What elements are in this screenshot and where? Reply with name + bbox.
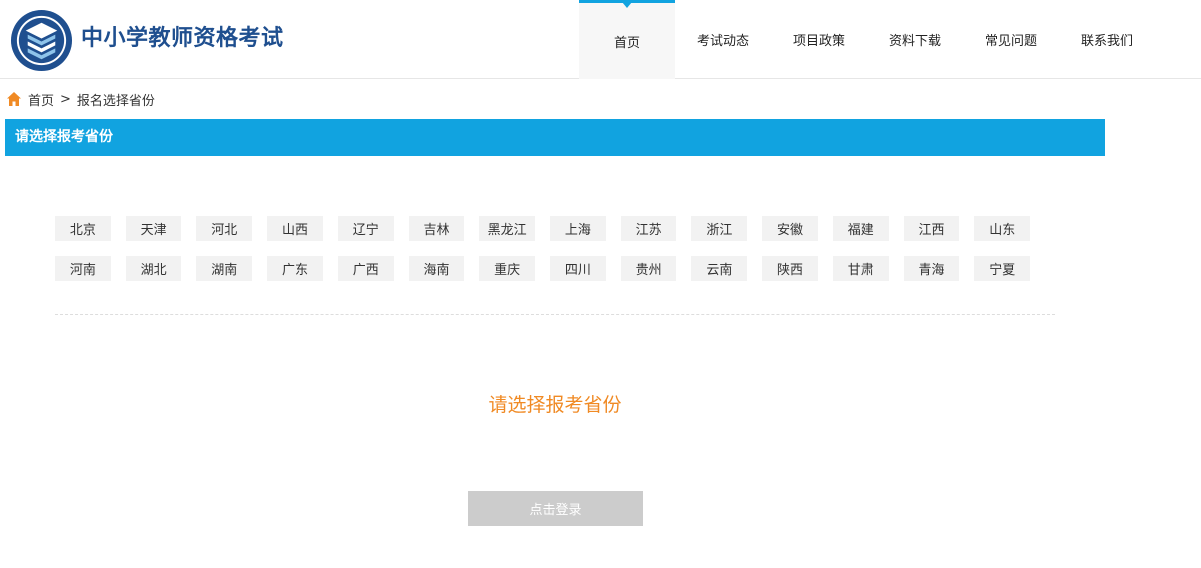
main-nav: 首页 考试动态 项目政策 资料下载 常见问题 联系我们 [579,0,1155,79]
province-jilin[interactable]: 吉林 [408,216,465,241]
province-tianjin[interactable]: 天津 [125,216,182,241]
dashed-divider [55,314,1055,315]
province-guizhou[interactable]: 贵州 [620,256,677,281]
province-grid: 北京 天津 河北 山西 辽宁 吉林 黑龙江 上海 江苏 浙江 安徽 福建 江西 … [55,216,1045,296]
province-shanxi[interactable]: 山西 [267,216,323,241]
province-ningxia[interactable]: 宁夏 [974,256,1031,281]
nav-item-contact[interactable]: 联系我们 [1059,0,1155,79]
province-liaoning[interactable]: 辽宁 [337,216,394,241]
province-hunan[interactable]: 湖南 [196,256,253,281]
province-hubei[interactable]: 湖北 [125,256,182,281]
panel-title: 请选择报考省份 [15,129,113,145]
province-guangdong[interactable]: 广东 [267,256,323,281]
province-heilongjiang[interactable]: 黑龙江 [479,216,536,241]
nav-label: 联系我们 [1080,34,1133,49]
site-title: 中小学教师资格考试 [81,26,284,51]
province-guangxi[interactable]: 广西 [337,256,394,281]
province-chongqing[interactable]: 重庆 [479,256,536,281]
province-shaanxi[interactable]: 陕西 [762,256,818,281]
select-province-prompt: 请选择报考省份 [488,394,622,416]
breadcrumb: 首页 > 报名选择省份 [6,89,155,109]
province-row: 北京 天津 河北 山西 辽宁 吉林 黑龙江 上海 江苏 浙江 安徽 福建 江西 … [55,216,1045,241]
province-shanghai[interactable]: 上海 [550,216,606,241]
province-qinghai[interactable]: 青海 [903,256,960,281]
nav-label: 资料下载 [888,34,941,49]
nav-item-faq[interactable]: 常见问题 [963,0,1059,79]
home-icon [7,92,21,106]
province-beijing[interactable]: 北京 [55,216,111,241]
breadcrumb-current: 报名选择省份 [76,93,155,109]
login-button[interactable]: 点击登录 [468,491,643,526]
province-henan[interactable]: 河南 [55,256,111,281]
province-jiangxi[interactable]: 江西 [903,216,960,241]
province-jiangsu[interactable]: 江苏 [620,216,677,241]
nav-label: 考试动态 [696,34,749,49]
nav-label: 首页 [613,35,640,51]
nav-item-exam-news[interactable]: 考试动态 [675,0,771,79]
nav-label: 项目政策 [792,34,845,49]
breadcrumb-home-link[interactable]: 首页 [28,90,54,109]
teacher-certification-logo[interactable] [10,9,73,72]
province-fujian[interactable]: 福建 [832,216,889,241]
nav-label: 常见问题 [984,34,1037,49]
nav-item-home[interactable]: 首页 [579,0,675,79]
province-hainan[interactable]: 海南 [408,256,465,281]
province-shandong[interactable]: 山东 [974,216,1031,241]
panel-title-bar: 请选择报考省份 [5,119,1105,156]
nav-item-downloads[interactable]: 资料下载 [867,0,963,79]
province-yunnan[interactable]: 云南 [691,256,748,281]
province-zhejiang[interactable]: 浙江 [691,216,748,241]
province-gansu[interactable]: 甘肃 [832,256,889,281]
province-sichuan[interactable]: 四川 [550,256,606,281]
province-anhui[interactable]: 安徽 [762,216,818,241]
nav-item-policy[interactable]: 项目政策 [771,0,867,79]
breadcrumb-separator: > [60,91,71,107]
province-row: 河南 湖北 湖南 广东 广西 海南 重庆 四川 贵州 云南 陕西 甘肃 青海 宁… [55,256,1045,281]
header: 中小学教师资格考试 首页 考试动态 项目政策 资料下载 常见问题 联系我们 [0,0,1201,79]
province-hebei[interactable]: 河北 [196,216,253,241]
active-caret-icon [622,2,632,8]
